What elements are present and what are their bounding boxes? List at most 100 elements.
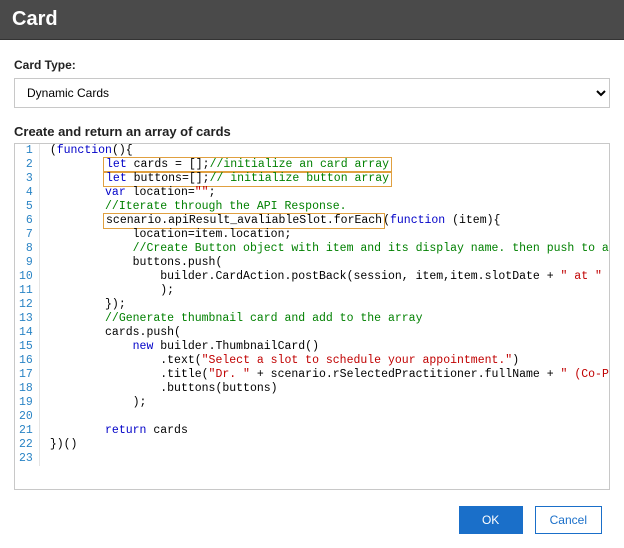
code-content[interactable]: })() <box>39 438 609 452</box>
code-token: scenario.apiResult_avaliableSlot.forEach <box>106 214 382 227</box>
code-content[interactable]: var location=""; <box>39 186 609 200</box>
code-token: buttons=[]; <box>127 172 210 185</box>
code-token: let <box>106 172 127 185</box>
code-content[interactable]: //Create Button object with item and its… <box>39 242 609 256</box>
code-token: buttons.push( <box>133 256 223 269</box>
line-number: 3 <box>15 172 39 186</box>
code-token: (){ <box>112 144 133 157</box>
code-content[interactable]: location=item.location; <box>39 228 609 242</box>
code-line: 8 //Create Button object with item and i… <box>15 242 609 256</box>
code-table: 1(function(){2 let cards = [];//initiali… <box>15 144 609 466</box>
code-token: ( <box>383 214 390 227</box>
code-content[interactable] <box>39 410 609 424</box>
line-number: 23 <box>15 452 39 466</box>
code-line: 7 location=item.location; <box>15 228 609 242</box>
code-token: builder.CardAction.postBack(session, ite… <box>160 270 560 283</box>
code-content[interactable]: let cards = [];//initialize an card arra… <box>39 158 609 172</box>
code-content[interactable]: //Generate thumbnail card and add to the… <box>39 312 609 326</box>
line-number: 18 <box>15 382 39 396</box>
code-token: " (Co-Pay will be $25)" <box>561 368 609 381</box>
code-line: 16 .text("Select a slot to schedule your… <box>15 354 609 368</box>
code-content[interactable]: builder.CardAction.postBack(session, ite… <box>39 270 609 284</box>
code-token: //Iterate through the API Response. <box>105 200 347 213</box>
code-token: builder.ThumbnailCard() <box>153 340 319 353</box>
code-line: 14 cards.push( <box>15 326 609 340</box>
code-content[interactable]: ); <box>39 284 609 298</box>
code-line: 11 ); <box>15 284 609 298</box>
highlighted-code: let buttons=[];// initialize button arra… <box>103 171 392 187</box>
code-token: + scenario.rSelectedPractitioner.fullNam… <box>250 368 561 381</box>
ok-button[interactable]: OK <box>459 506 523 534</box>
code-token: //initialize an card array <box>210 158 389 171</box>
code-token: "" <box>195 186 209 199</box>
code-token: ; <box>209 186 216 199</box>
code-content[interactable]: new builder.ThumbnailCard() <box>39 340 609 354</box>
code-token: cards = []; <box>127 158 210 171</box>
code-section-label: Create and return an array of cards <box>14 124 610 139</box>
line-number: 17 <box>15 368 39 382</box>
line-number: 4 <box>15 186 39 200</box>
dialog-footer: OK Cancel <box>459 506 602 534</box>
code-content[interactable]: return cards <box>39 424 609 438</box>
line-number: 6 <box>15 214 39 228</box>
code-token: ); <box>133 396 147 409</box>
code-content[interactable]: .buttons(buttons) <box>39 382 609 396</box>
code-token: function <box>57 144 112 157</box>
code-token: (item){ <box>445 214 500 227</box>
code-content[interactable]: let buttons=[];// initialize button arra… <box>39 172 609 186</box>
code-line: 5 //Iterate through the API Response. <box>15 200 609 214</box>
code-token: cards <box>146 424 187 437</box>
code-content[interactable]: }); <box>39 298 609 312</box>
line-number: 8 <box>15 242 39 256</box>
code-token: // initialize button array <box>210 172 389 185</box>
code-editor-scroll[interactable]: 1(function(){2 let cards = [];//initiali… <box>15 144 609 489</box>
code-content[interactable]: scenario.apiResult_avaliableSlot.forEach… <box>39 214 609 228</box>
line-number: 21 <box>15 424 39 438</box>
code-content[interactable]: cards.push( <box>39 326 609 340</box>
code-token: let <box>106 158 127 171</box>
code-token: location=item.location; <box>133 228 292 241</box>
code-token: return <box>105 424 146 437</box>
line-number: 16 <box>15 354 39 368</box>
dialog-body: Card Type: Dynamic Cards Create and retu… <box>0 40 624 490</box>
code-token: new <box>133 340 154 353</box>
code-content[interactable]: ); <box>39 396 609 410</box>
code-line: 18 .buttons(buttons) <box>15 382 609 396</box>
code-content[interactable]: .text("Select a slot to schedule your ap… <box>39 354 609 368</box>
line-number: 15 <box>15 340 39 354</box>
code-token: .title( <box>160 368 208 381</box>
code-token: .text( <box>160 354 201 367</box>
line-number: 2 <box>15 158 39 172</box>
line-number: 20 <box>15 410 39 424</box>
line-number: 14 <box>15 326 39 340</box>
card-type-label: Card Type: <box>14 58 610 72</box>
code-line: 23 <box>15 452 609 466</box>
code-token: }); <box>105 298 126 311</box>
code-line: 15 new builder.ThumbnailCard() <box>15 340 609 354</box>
line-number: 22 <box>15 438 39 452</box>
dialog-header: Card <box>0 0 624 40</box>
cancel-button[interactable]: Cancel <box>535 506 602 534</box>
code-content[interactable]: //Iterate through the API Response. <box>39 200 609 214</box>
code-token: })() <box>50 438 78 451</box>
code-line: 1(function(){ <box>15 144 609 158</box>
code-content[interactable] <box>39 452 609 466</box>
line-number: 7 <box>15 228 39 242</box>
code-content[interactable]: (function(){ <box>39 144 609 158</box>
code-token: var <box>105 186 126 199</box>
code-token: cards.push( <box>105 326 181 339</box>
code-token: //Generate thumbnail card and add to the… <box>105 312 422 325</box>
line-number: 19 <box>15 396 39 410</box>
code-content[interactable]: buttons.push( <box>39 256 609 270</box>
code-line: 20 <box>15 410 609 424</box>
code-editor[interactable]: 1(function(){2 let cards = [];//initiali… <box>14 143 610 490</box>
code-token: + item.slotTime) <box>602 270 609 283</box>
code-content[interactable]: .title("Dr. " + scenario.rSelectedPracti… <box>39 368 609 382</box>
line-number: 1 <box>15 144 39 158</box>
code-token: location= <box>126 186 195 199</box>
code-token: ( <box>50 144 57 157</box>
code-token: //Create Button object with item and its… <box>133 242 609 255</box>
card-type-select[interactable]: Dynamic Cards <box>14 78 610 108</box>
code-token: .buttons(buttons) <box>160 382 277 395</box>
code-line: 6 scenario.apiResult_avaliableSlot.forEa… <box>15 214 609 228</box>
